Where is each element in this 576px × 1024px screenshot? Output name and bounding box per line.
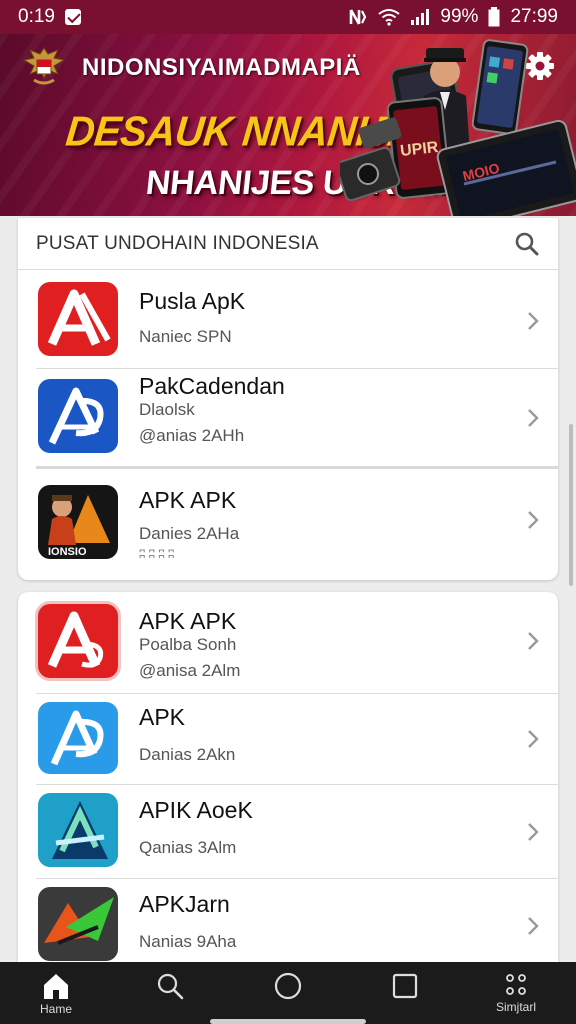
search-bar[interactable]: PUSAT UNDOHAIN INDONESIA [18, 218, 558, 270]
nav-more[interactable]: Simjtarl [486, 972, 546, 1022]
chevron-right-icon [528, 730, 539, 748]
chevron-right-icon [528, 511, 539, 529]
signal-icon [411, 9, 430, 25]
app-meta: @anias 2AHh [139, 426, 245, 445]
app-name: PakCadendan [139, 373, 285, 399]
app-name: APIK AoeK [139, 797, 253, 823]
app-list-card-primary: PUSAT UNDOHAIN INDONESIA Pusla ApK Nanie… [18, 218, 558, 580]
apk-dark-icon [38, 887, 118, 961]
garuda-emblem-icon [22, 47, 66, 85]
chevron-right-icon [528, 312, 539, 330]
list-item[interactable]: APIK AoeK Qanias 3Alm [18, 785, 558, 879]
list-item[interactable]: APKJarn Nanias 9Aha [18, 879, 558, 964]
app-subtitle: Nanias 9Aha [139, 932, 237, 951]
bottom-navigation: Hame Simjtarl [0, 962, 576, 1024]
status-bar: 0:19 99% 27:99 [0, 0, 576, 34]
list-item[interactable]: APK Danias 2Akn [18, 694, 558, 786]
nav-search[interactable] [140, 972, 200, 1022]
list-item[interactable]: Pusla ApK Naniec SPN [18, 272, 558, 368]
app-name: APK APK [139, 608, 237, 634]
search-label: PUSAT UNDOHAIN INDONESIA [36, 232, 319, 254]
app-subtitle: Naniec SPN [139, 327, 232, 346]
app-subtitle: Dlaolsk [139, 400, 195, 419]
app-meta: @anisa 2Alm [139, 661, 241, 680]
apk-red-icon [38, 604, 118, 678]
apk-light-blue-icon [38, 702, 118, 774]
nfc-icon [350, 9, 367, 25]
app-subtitle: Poalba Sonh [139, 635, 237, 654]
nav-home-button[interactable] [258, 972, 318, 1022]
apk-teal-icon [38, 793, 118, 867]
apk-blue-icon [38, 379, 118, 453]
dots-grid-icon [506, 974, 526, 995]
app-subtitle: Danias 2Akn [139, 745, 236, 764]
notification-icon [64, 9, 81, 25]
chevron-right-icon [528, 632, 539, 650]
apk-red-icon [38, 282, 118, 356]
circle-home-icon [274, 972, 302, 1000]
nav-home[interactable]: Hame [26, 972, 86, 1022]
nav-home-label: Hame [39, 1002, 72, 1016]
chevron-right-icon [528, 917, 539, 935]
battery-level: 99% [440, 6, 479, 27]
header-banner: NIDONSIYAIMADMAPIÄ DESAUK NNANIJA NHANIJ… [0, 34, 576, 216]
square-recents-icon [392, 973, 418, 999]
chevron-right-icon [528, 823, 539, 841]
battery-icon [488, 7, 500, 27]
chevron-right-icon [528, 409, 539, 427]
home-icon [44, 974, 68, 999]
app-icon-caption: IONSIO [48, 546, 87, 558]
app-name: Pusla ApK [139, 288, 246, 314]
banner-title: NIDONSIYAIMADMAPIÄ [82, 54, 361, 81]
list-item[interactable]: PakCadendan Dlaolsk @anias 2AHh [18, 369, 558, 467]
status-time-right: 27:99 [510, 6, 558, 27]
scrollbar[interactable] [569, 424, 573, 586]
gesture-home-indicator[interactable] [210, 1019, 366, 1024]
search-icon [157, 973, 184, 1000]
search-icon[interactable] [514, 231, 540, 257]
list-item[interactable]: IONSIO APK APK Danies 2AHa ʭ ʭ ʭ ʭ [18, 469, 558, 577]
app-name: APK [139, 704, 186, 730]
nav-more-label: Simjtarl [495, 1000, 536, 1014]
app-subtitle: Qanias 3Alm [139, 838, 237, 857]
wifi-icon [378, 9, 401, 26]
status-time-left: 0:19 [18, 6, 55, 27]
apk-game-icon: IONSIO [38, 485, 118, 559]
app-list-card-secondary: APK APK Poalba Sonh @anisa 2Alm APK Dani… [18, 592, 558, 964]
list-item[interactable]: APK APK Poalba Sonh @anisa 2Alm [18, 592, 558, 694]
nav-recents[interactable] [375, 972, 435, 1022]
app-rating: ʭ ʭ ʭ ʭ [139, 547, 175, 561]
app-subtitle: Danies 2AHa [139, 524, 240, 543]
app-name: APKJarn [139, 891, 230, 917]
app-name: APK APK [139, 487, 237, 513]
banner-devices-illustration: UPIR MOIO [340, 39, 576, 216]
